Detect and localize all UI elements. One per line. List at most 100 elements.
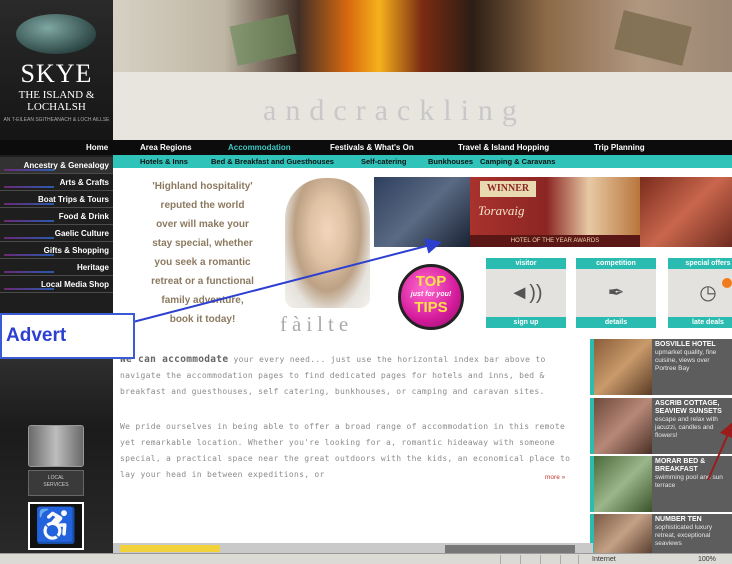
girl-photo	[285, 178, 370, 308]
listing-photo	[590, 514, 652, 553]
side-item-arts-crafts[interactable]: Arts & Crafts	[0, 174, 113, 191]
local-services-button[interactable]: LOCAL SERVICES	[28, 470, 84, 496]
annotation-label: Advert	[0, 313, 135, 359]
book-icon[interactable]	[28, 425, 84, 467]
tile-label: competition	[576, 258, 656, 269]
more-link[interactable]: more »	[545, 474, 565, 481]
logo-subtitle-2: LOCHALSH	[27, 101, 86, 113]
header-tagline: andcrackling	[263, 94, 526, 127]
award-text: HOTEL OF THE YEAR AWARDS	[470, 235, 640, 247]
listing-desc: escape and relax with jacuzzi, candles a…	[655, 416, 718, 439]
late-deals-link[interactable]: late deals	[668, 317, 732, 328]
left-sidebar: SKYE THE ISLAND & LOCHALSH AN T-EILEAN S…	[0, 0, 113, 564]
nav-trip-planning[interactable]: Trip Planning	[594, 140, 645, 155]
listing-item[interactable]: MORAR BED & BREAKFAST swimming pool and …	[590, 456, 732, 512]
tile-label: visitor	[486, 258, 566, 269]
listing-desc: swimming pool and sun terrace	[655, 474, 723, 489]
footer-box	[445, 545, 575, 553]
subnav-camping[interactable]: Camping & Caravans	[480, 155, 555, 168]
intro-line: over will make your	[156, 219, 249, 230]
subnav-hotels-inns[interactable]: Hotels & Inns	[140, 155, 188, 168]
nav-home[interactable]: Home	[86, 140, 108, 155]
side-menu: Ancestry & Genealogy Arts & Crafts Boat …	[0, 157, 113, 293]
tips-sub-text: just for you!	[410, 291, 452, 298]
site-logo[interactable]: SKYE THE ISLAND & LOCHALSH AN T-EILEAN S…	[0, 0, 113, 140]
side-item-heritage[interactable]: Heritage	[0, 259, 113, 276]
logo-stone-icon	[16, 14, 96, 54]
browser-status-bar: Internet 100%	[0, 553, 732, 564]
side-item-local-media-shop[interactable]: Local Media Shop	[0, 276, 113, 293]
status-cell	[560, 555, 561, 564]
intro-line: stay special, whether	[152, 238, 253, 249]
listing-title: BOSVILLE HOTEL	[655, 341, 716, 348]
listing-text: ASCRIB COTTAGE, SEAVIEW SUNSETS escape a…	[652, 398, 732, 454]
intro-line: you seek a romantic	[154, 257, 251, 268]
tips-top-text: TOP	[415, 273, 447, 290]
intro-line: reputed the world	[160, 200, 245, 211]
accommodation-subnav: Hotels & Inns Bed & Breakfast and Guesth…	[113, 155, 732, 168]
intro-line: family adventure,	[161, 295, 244, 306]
tile-label: special offers	[668, 258, 732, 269]
nav-travel[interactable]: Travel & Island Hopping	[458, 140, 549, 155]
listing-photo	[590, 398, 652, 454]
listing-title: ASCRIB COTTAGE, SEAVIEW SUNSETS	[655, 400, 722, 415]
nav-festivals[interactable]: Festivals & What's On	[330, 140, 414, 155]
paragraph-lead: We can accommodate	[120, 354, 229, 365]
second-paragraph: We pride ourselves in being able to offe…	[120, 422, 571, 479]
status-zone: Internet	[592, 556, 616, 563]
failte-text: fàilte	[280, 312, 354, 336]
listing-photo	[590, 339, 652, 395]
listing-text: MORAR BED & BREAKFAST swimming pool and …	[652, 456, 732, 512]
winner-badge: WINNER	[480, 181, 536, 197]
hotel-exterior-photo[interactable]	[374, 177, 470, 247]
listing-item[interactable]: NUMBER TEN sophisticated luxury retreat,…	[590, 514, 732, 553]
side-item-gifts-shopping[interactable]: Gifts & Shopping	[0, 242, 113, 259]
listing-desc: sophisticated luxury retreat, exceptiona…	[655, 524, 713, 547]
logo-title: SKYE	[20, 59, 93, 88]
listing-text: NUMBER TEN sophisticated luxury retreat,…	[652, 514, 732, 553]
accessibility-icon[interactable]: ♿	[28, 502, 84, 550]
status-cell	[520, 555, 521, 564]
details-link[interactable]: details	[576, 317, 656, 328]
pen-icon: ✒	[607, 282, 625, 304]
header-banner: andcrackling	[113, 0, 732, 140]
tips-big-text: TIPS	[414, 299, 448, 316]
winner-advert-banner[interactable]: WINNER Toravaig HOTEL OF THE YEAR AWARDS	[470, 177, 640, 247]
intro-line: book it today!	[169, 314, 236, 325]
logo-subtitle-1: THE ISLAND &	[18, 89, 95, 101]
nav-area-regions[interactable]: Area Regions	[140, 140, 192, 155]
listing-title: NUMBER TEN	[655, 516, 702, 523]
hotel-room-photo[interactable]	[640, 177, 732, 247]
sign-up-link[interactable]: sign up	[486, 317, 566, 328]
footer-yellow-bar	[120, 545, 220, 552]
hotel-name: Toravaig	[478, 203, 525, 218]
listing-desc: upmarket quality, fine cuisine, views ov…	[655, 349, 717, 372]
side-item-gaelic-culture[interactable]: Gaelic Culture	[0, 225, 113, 242]
status-cell	[578, 555, 579, 564]
listing-text: BOSVILLE HOTEL upmarket quality, fine cu…	[652, 339, 732, 395]
top-tips-button[interactable]: TOP just for you! TIPS	[398, 264, 464, 330]
speaker-icon: ◄))	[509, 282, 543, 304]
competition-tile[interactable]: competition ✒ details	[576, 258, 656, 328]
logo-gaelic-text: AN T-EILEAN SGITHEANACH & LOCH AILLSE	[3, 117, 110, 123]
nav-accommodation[interactable]: Accommodation	[228, 140, 291, 155]
visitor-signup-tile[interactable]: visitor ◄)) sign up	[486, 258, 566, 328]
intro-text: 'Highland hospitality' reputed the world…	[120, 177, 285, 329]
subnav-self-catering[interactable]: Self-catering	[361, 155, 406, 168]
listing-title: MORAR BED & BREAKFAST	[655, 458, 706, 473]
intro-line: retreat or a functional	[151, 276, 254, 287]
intro-paragraph: We can accommodate your every need... ju…	[120, 352, 585, 400]
status-cell	[500, 555, 501, 564]
special-offers-tile[interactable]: special offers ◷ late deals	[668, 258, 732, 328]
status-cell	[540, 555, 541, 564]
listing-item[interactable]: ASCRIB COTTAGE, SEAVIEW SUNSETS escape a…	[590, 398, 732, 454]
listing-photo	[590, 456, 652, 512]
status-zoom[interactable]: 100%	[698, 554, 716, 564]
listing-item[interactable]: BOSVILLE HOTEL upmarket quality, fine cu…	[590, 339, 732, 395]
subnav-bed-breakfast[interactable]: Bed & Breakfast and Guesthouses	[211, 155, 334, 168]
side-item-ancestry[interactable]: Ancestry & Genealogy	[0, 157, 113, 174]
side-item-food-drink[interactable]: Food & Drink	[0, 208, 113, 225]
subnav-bunkhouses[interactable]: Bunkhouses	[428, 155, 473, 168]
side-item-boat-trips[interactable]: Boat Trips & Tours	[0, 191, 113, 208]
orange-arrow-icon	[722, 278, 732, 288]
